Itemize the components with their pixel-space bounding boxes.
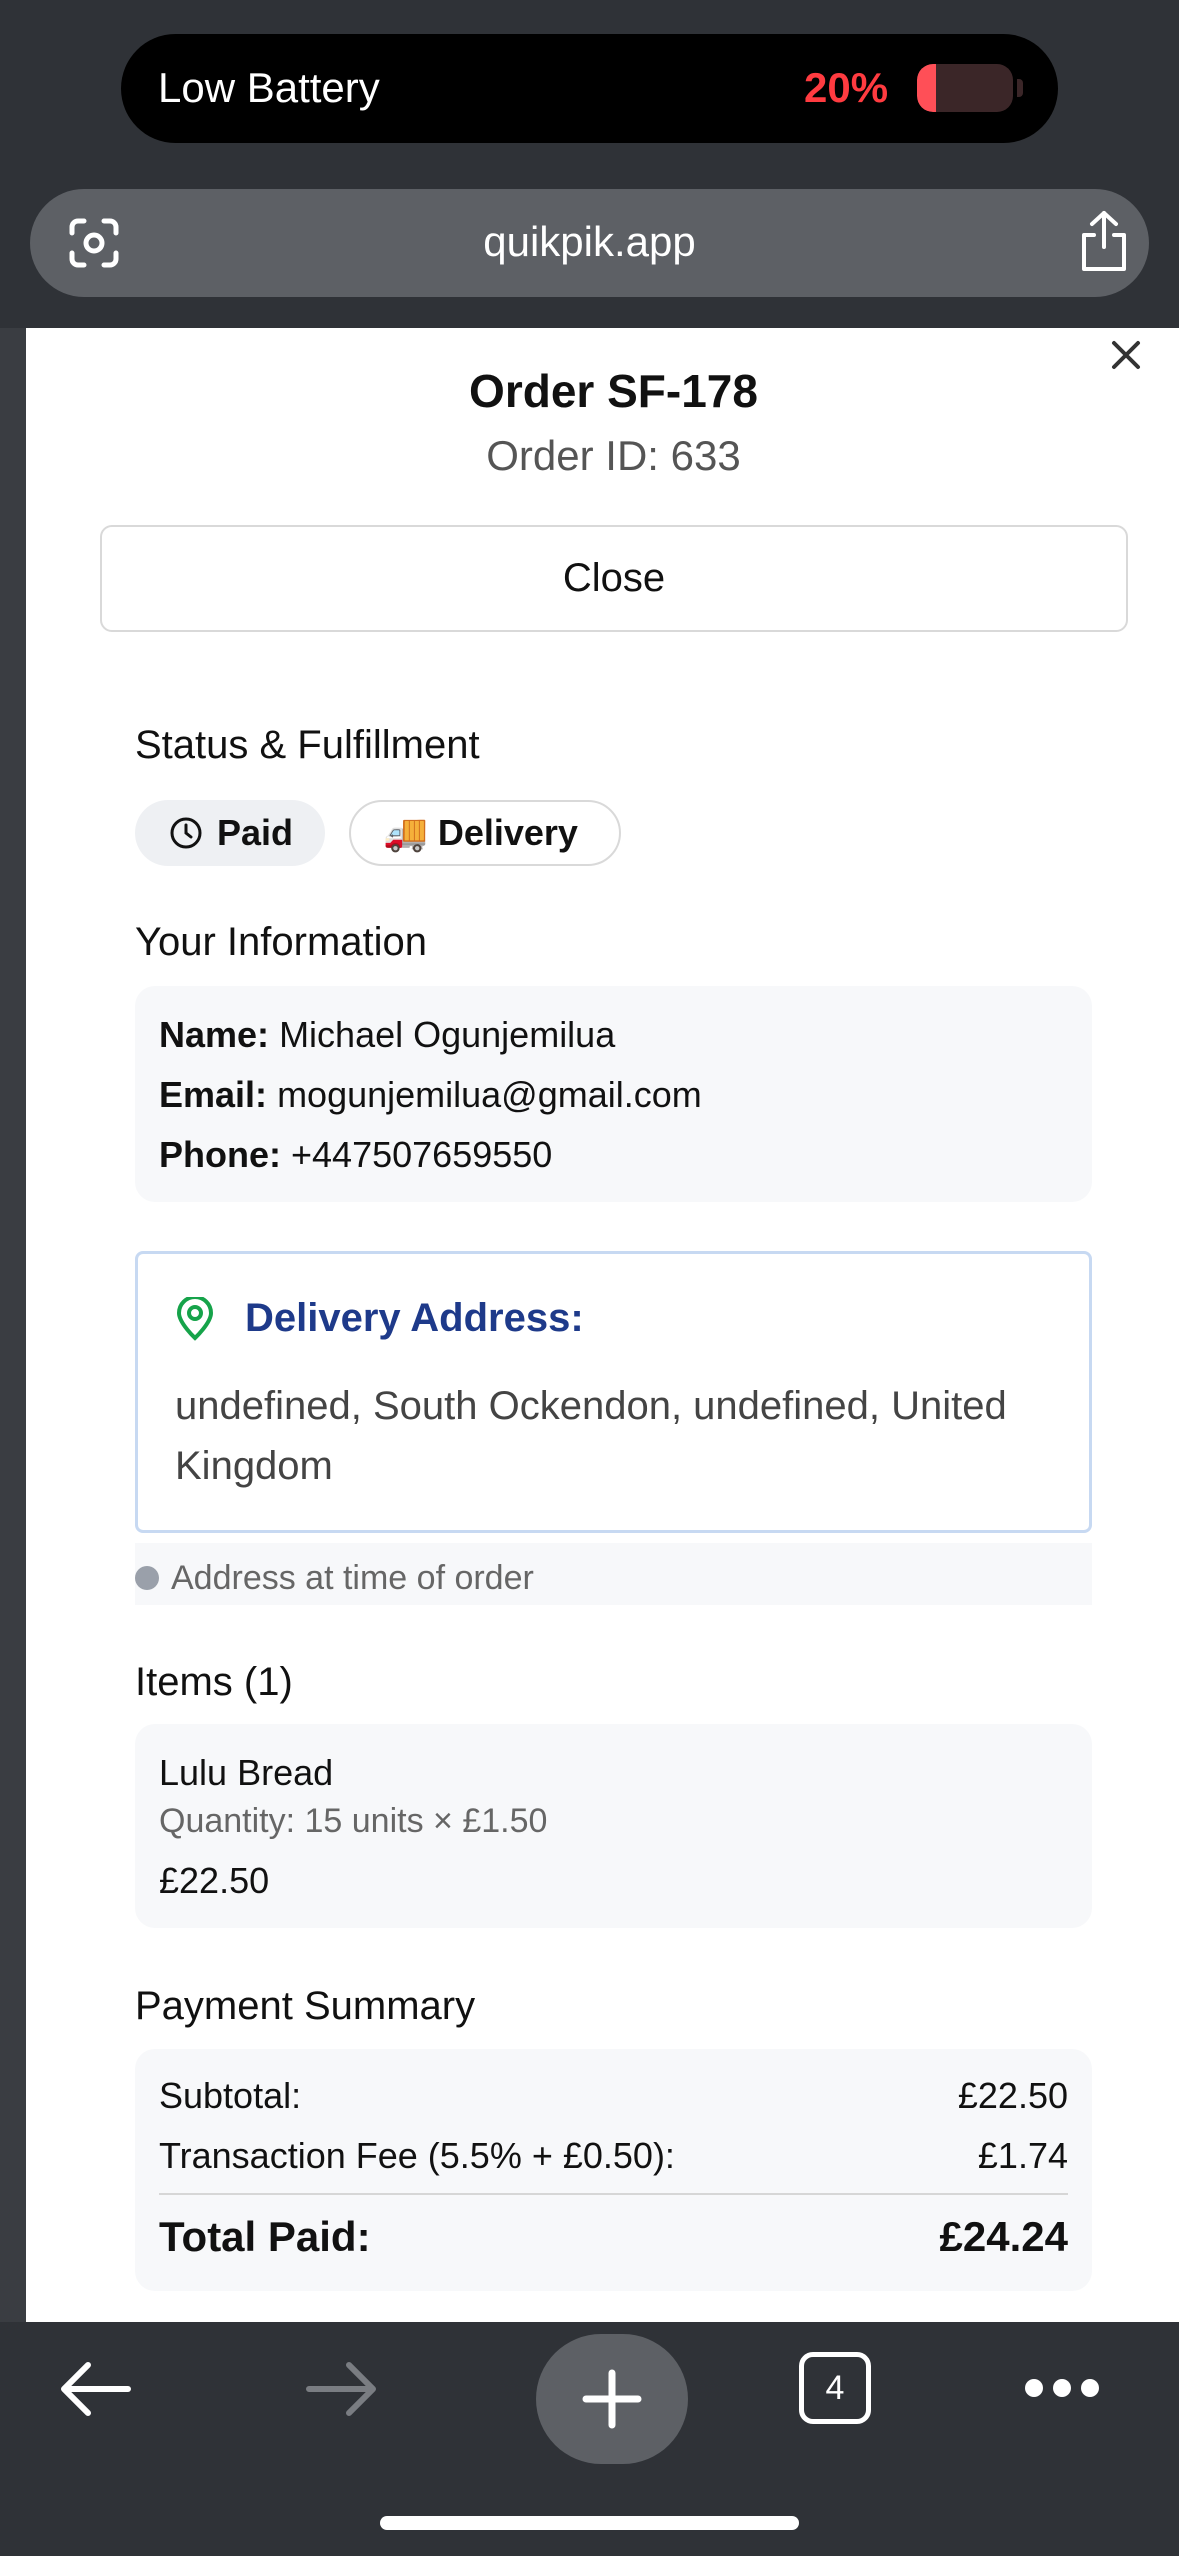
fee-value: £1.74 xyxy=(977,2135,1068,2176)
subtotal-label: Subtotal: xyxy=(159,2075,302,2116)
item-quantity: Quantity: 15 units × £1.50 xyxy=(159,1802,548,1840)
dynamic-island: Low Battery 20% xyxy=(121,34,1058,143)
email-value: mogunjemilua@gmail.com xyxy=(277,1074,702,1115)
battery-tip xyxy=(1017,79,1023,97)
forward-arrow-icon[interactable] xyxy=(305,2360,379,2418)
paid-label: Paid xyxy=(217,812,294,853)
payment-section-title: Payment Summary xyxy=(135,1984,476,2028)
plus-icon xyxy=(582,2369,642,2429)
fee-label: Transaction Fee (5.5% + £0.50): xyxy=(159,2135,675,2176)
status-section-title: Status & Fulfillment xyxy=(135,723,480,767)
clock-icon xyxy=(170,817,202,849)
subtotal-value: £22.50 xyxy=(957,2075,1068,2116)
total-label: Total Paid: xyxy=(159,2213,371,2260)
share-icon[interactable] xyxy=(1076,209,1132,273)
email-row: Email: mogunjemilua@gmail.com xyxy=(159,1074,702,1116)
email-label: Email: xyxy=(159,1074,268,1115)
total-row: Total Paid: £24.24 xyxy=(159,2213,1068,2261)
delivery-address-card: Delivery Address: undefined, South Ocken… xyxy=(135,1251,1092,1533)
battery-icon xyxy=(917,64,1013,112)
address-note: Address at time of order xyxy=(135,1543,1092,1605)
divider xyxy=(159,2193,1068,2195)
delivery-badge: 🚚 Delivery xyxy=(349,800,621,866)
items-section-title: Items (1) xyxy=(135,1660,293,1704)
new-tab-button[interactable] xyxy=(536,2334,688,2464)
url-text[interactable]: quikpik.app xyxy=(30,218,1149,266)
list-item: Lulu Bread Quantity: 15 units × £1.50 £2… xyxy=(135,1724,1092,1928)
total-value: £24.24 xyxy=(939,2213,1068,2260)
note-dot-icon xyxy=(135,1566,159,1590)
delivery-address-header: Delivery Address: xyxy=(175,1296,584,1341)
back-arrow-icon[interactable] xyxy=(58,2360,132,2418)
subtotal-row: Subtotal: £22.50 xyxy=(159,2075,1068,2117)
delivery-address-title: Delivery Address: xyxy=(245,1296,584,1340)
phone-row: Phone: +447507659550 xyxy=(159,1134,552,1176)
payment-summary-card: Subtotal: £22.50 Transaction Fee (5.5% +… xyxy=(135,2049,1092,2291)
name-label: Name: xyxy=(159,1014,270,1055)
truck-icon: 🚚 xyxy=(383,812,428,853)
delivery-address-text: undefined, South Ockendon, undefined, Un… xyxy=(175,1384,1007,1488)
battery-percent: 20% xyxy=(804,64,889,111)
name-row: Name: Michael Ogunjemilua xyxy=(159,1014,615,1056)
close-button[interactable]: Close xyxy=(100,525,1128,632)
address-bar[interactable]: quikpik.app xyxy=(30,189,1149,297)
name-value: Michael Ogunjemilua xyxy=(279,1014,616,1055)
info-section-title: Your Information xyxy=(135,920,428,964)
phone-value: +447507659550 xyxy=(291,1134,553,1175)
tabs-button[interactable]: 4 xyxy=(799,2352,871,2424)
location-pin-icon xyxy=(176,1296,214,1341)
customer-info-card: Name: Michael Ogunjemilua Email: mogunje… xyxy=(135,986,1092,1202)
paid-badge: Paid xyxy=(135,800,325,866)
item-name: Lulu Bread xyxy=(159,1752,334,1793)
order-id: Order ID: 633 xyxy=(486,432,741,479)
order-title: Order SF-178 xyxy=(469,365,758,417)
delivery-label: Delivery xyxy=(437,812,578,853)
more-icon[interactable] xyxy=(1024,2377,1100,2399)
home-indicator xyxy=(380,2516,799,2530)
page-edge xyxy=(0,328,26,2328)
item-price: £22.50 xyxy=(159,1860,270,1901)
address-note-text: Address at time of order xyxy=(171,1559,534,1597)
phone-label: Phone: xyxy=(159,1134,281,1175)
low-battery-label: Low Battery xyxy=(158,64,380,111)
fee-row: Transaction Fee (5.5% + £0.50): £1.74 xyxy=(159,2135,1068,2177)
